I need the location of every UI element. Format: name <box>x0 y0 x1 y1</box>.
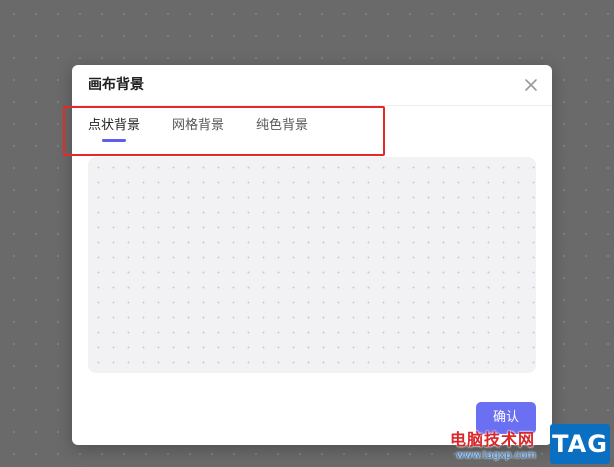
active-tab-indicator <box>102 139 126 142</box>
background-preview <box>88 157 536 373</box>
watermark-tag-logo: TAG <box>550 424 610 464</box>
site-watermark: 电脑技术网 www.tagxp.com TAG <box>446 422 614 467</box>
dialog-header: 画布背景 <box>72 65 552 106</box>
dialog-title: 画布背景 <box>88 77 144 93</box>
tab-dot-background[interactable]: 点状背景 <box>88 117 140 135</box>
close-button[interactable] <box>522 76 540 94</box>
watermark-site-name: 电脑技术网 <box>450 430 536 449</box>
tab-solid-background[interactable]: 纯色背景 <box>256 117 308 135</box>
close-icon <box>525 79 537 91</box>
watermark-url: www.tagxp.com <box>456 450 536 461</box>
tab-grid-background[interactable]: 网格背景 <box>172 117 224 135</box>
canvas-background-dialog: 画布背景 点状背景 网格背景 纯色背景 确认 <box>72 65 552 445</box>
